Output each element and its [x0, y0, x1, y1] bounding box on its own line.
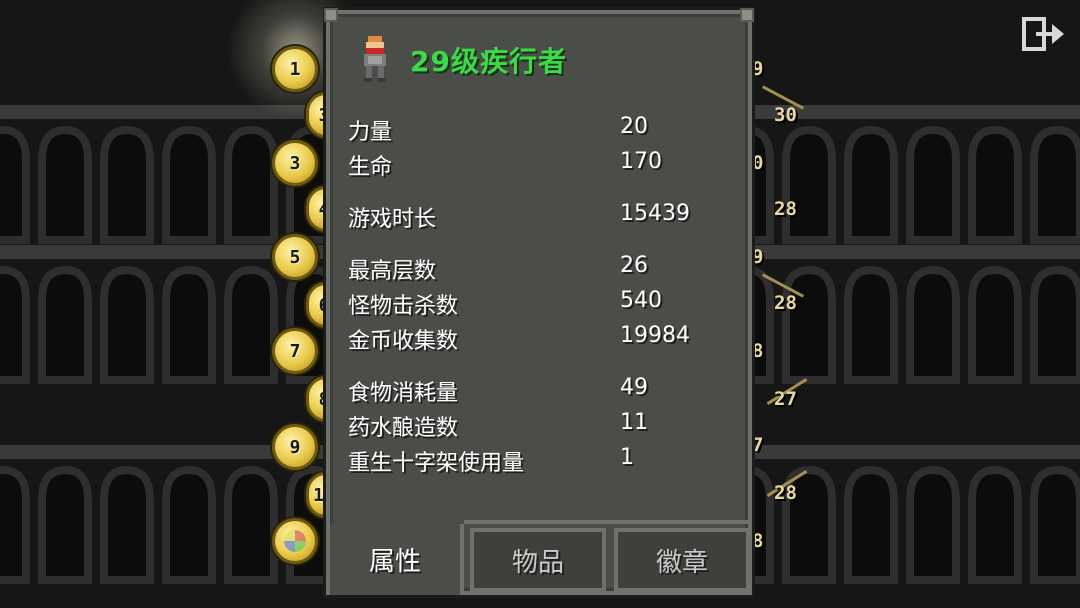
depth-label: 8	[752, 340, 764, 362]
huntress-sprite-icon	[364, 36, 386, 82]
arcade-arch	[782, 125, 836, 244]
arcade-arch	[224, 265, 278, 384]
stat-label-enemies-slain: 怪物击杀数	[348, 294, 459, 319]
arcade-arch	[100, 465, 154, 584]
arcade-arch	[38, 465, 92, 584]
depth-label: 28	[774, 482, 797, 504]
medal-11[interactable]	[272, 518, 318, 564]
arcade-arch	[162, 265, 216, 384]
arcade-arch	[162, 125, 216, 244]
stat-value-play-time: 15439	[620, 201, 690, 226]
arcade-arch	[100, 265, 154, 384]
arcade-arch	[38, 265, 92, 384]
tabs-divider	[464, 520, 750, 524]
arcade-arch	[844, 125, 898, 244]
arcade-arch	[224, 465, 278, 584]
depth-label: 27	[774, 388, 797, 410]
stat-value-strength: 20	[620, 114, 648, 139]
panel-corner	[324, 8, 338, 22]
tab-items[interactable]: 物品	[470, 528, 606, 592]
tab-stats[interactable]: 属性	[330, 524, 464, 595]
stat-label-ankhs-used: 重生十字架使用量	[348, 451, 525, 476]
hero-stats-panel: 29级疾行者 力量 20 生命 170 游戏时长 15439 最高层数 26 怪…	[324, 8, 754, 595]
medal-1[interactable]: 1	[272, 46, 318, 92]
hero-title: 29级疾行者	[410, 45, 567, 78]
depth-label: 7	[752, 434, 764, 456]
exit-icon	[1022, 17, 1064, 51]
arcade-arch	[100, 125, 154, 244]
arcade-arch	[906, 125, 960, 244]
arcade-arch	[906, 265, 960, 384]
medal-5[interactable]: 5	[272, 234, 318, 280]
exit-button[interactable]	[1020, 14, 1068, 54]
arcade-arch	[0, 125, 30, 244]
depth-label: 28	[774, 292, 797, 314]
stat-value-potions-cooked: 11	[620, 410, 648, 435]
depth-label: 30	[774, 104, 797, 126]
stat-label-food-eaten: 食物消耗量	[348, 381, 459, 406]
arcade-arch	[968, 465, 1022, 584]
stat-label-strength: 力量	[348, 120, 393, 145]
depth-label: 28	[774, 198, 797, 220]
arcade-arch	[968, 265, 1022, 384]
arcade-arch	[162, 465, 216, 584]
stat-value-health: 170	[620, 149, 662, 174]
stat-value-enemies-slain: 540	[620, 288, 662, 313]
stat-value-ankhs-used: 1	[620, 445, 634, 470]
arcade-arch	[782, 265, 836, 384]
medal-7[interactable]: 7	[272, 328, 318, 374]
arcade-arch	[38, 125, 92, 244]
stat-label-max-depth: 最高层数	[348, 259, 437, 284]
panel-corner	[740, 8, 754, 22]
stat-label-potions-cooked: 药水酿造数	[348, 416, 459, 441]
depth-label: 9	[752, 246, 764, 268]
medal-3[interactable]: 3	[272, 140, 318, 186]
stat-label-gold-collected: 金币收集数	[348, 329, 459, 354]
arcade-arch	[0, 465, 30, 584]
arcade-arch	[906, 465, 960, 584]
arcade-arch	[0, 265, 30, 384]
arcade-arch	[1030, 465, 1080, 584]
stat-label-health: 生命	[348, 155, 393, 180]
depth-label: 8	[752, 530, 764, 552]
stat-value-food-eaten: 49	[620, 375, 648, 400]
arcade-arch	[844, 265, 898, 384]
arcade-arch	[844, 465, 898, 584]
arcade-arch	[1030, 265, 1080, 384]
arcade-arch	[1030, 125, 1080, 244]
arcade-arch	[224, 125, 278, 244]
tab-badges[interactable]: 徽章	[614, 528, 750, 592]
depth-label: 0	[752, 152, 764, 174]
stat-value-gold-collected: 19984	[620, 323, 690, 348]
stat-value-max-depth: 26	[620, 253, 648, 278]
medal-9[interactable]: 9	[272, 424, 318, 470]
stat-label-play-time: 游戏时长	[348, 207, 437, 232]
arcade-arch	[968, 125, 1022, 244]
depth-label: 9	[752, 58, 764, 80]
